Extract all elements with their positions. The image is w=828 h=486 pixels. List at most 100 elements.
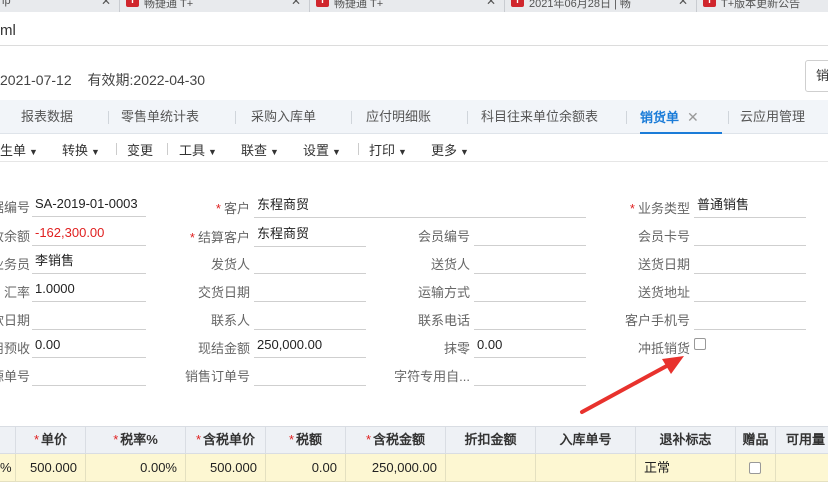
close-icon[interactable]: ✕ bbox=[101, 0, 111, 8]
tab-account-balance[interactable]: 科目往来单位余额表 bbox=[481, 100, 598, 134]
tab-divider bbox=[108, 111, 109, 124]
sales-order-number-field[interactable] bbox=[254, 362, 366, 386]
contact-label: 联系人 bbox=[210, 313, 250, 328]
change-button[interactable]: 变更 bbox=[127, 140, 153, 159]
exchange-rate-field[interactable]: 1.0000 bbox=[32, 278, 146, 302]
tools-menu[interactable]: 工具 ▼ bbox=[179, 140, 217, 159]
chevron-down-icon: ▼ bbox=[208, 147, 217, 157]
col-available-cell[interactable] bbox=[776, 454, 828, 482]
close-icon[interactable]: ✕ bbox=[486, 0, 496, 8]
customer-field[interactable]: 东程商贸 bbox=[254, 194, 586, 218]
customer-label: * 客户 bbox=[216, 198, 250, 217]
browser-tab-3[interactable]: T 畅捷通 T+ ✕ bbox=[310, 0, 505, 12]
delivery-person-field[interactable] bbox=[474, 250, 586, 274]
tab-divider bbox=[351, 111, 352, 124]
browser-tab-4[interactable]: T 2021年06月28日 | 畅 ✕ bbox=[505, 0, 697, 12]
toolbar-divider bbox=[167, 143, 168, 155]
tab-divider bbox=[626, 111, 627, 124]
source-number-label: 源单号 bbox=[0, 369, 30, 384]
address-bar[interactable]: ml bbox=[0, 12, 828, 46]
member-id-field[interactable] bbox=[474, 222, 586, 246]
chevron-down-icon: ▼ bbox=[398, 147, 407, 157]
source-number-field[interactable] bbox=[32, 362, 146, 386]
col-gift-header[interactable]: 赠品 bbox=[736, 426, 776, 454]
col-return-flag-header[interactable]: 退补标志 bbox=[636, 426, 736, 454]
menu-label: 工具 bbox=[179, 143, 206, 158]
print-menu[interactable]: 打印 ▼ bbox=[369, 140, 407, 159]
col-available-header[interactable]: 可用量 bbox=[776, 426, 828, 454]
close-icon[interactable]: ✕ bbox=[291, 0, 301, 8]
col-inbound-no-cell[interactable] bbox=[536, 454, 636, 482]
link-query-menu[interactable]: 联查 ▼ bbox=[241, 140, 279, 159]
use-prepaid-field[interactable]: 0.00 bbox=[32, 334, 146, 358]
gift-checkbox[interactable] bbox=[749, 462, 761, 474]
col-tax-incl-price-cell[interactable]: 500.000 bbox=[186, 454, 266, 482]
browser-tab-1[interactable]: ip ✕ bbox=[0, 0, 120, 12]
customer-mobile-field[interactable] bbox=[694, 306, 806, 330]
more-menu[interactable]: 更多 ▼ bbox=[431, 140, 469, 159]
tab-sales-order[interactable]: 销货单 ✕ bbox=[640, 100, 722, 134]
shipper-field[interactable] bbox=[254, 250, 366, 274]
col-tax-rate-header[interactable]: * 税率% bbox=[86, 426, 186, 454]
settle-customer-field[interactable]: 东程商贸 bbox=[254, 223, 366, 247]
col-unit-price-header[interactable]: * 单价 bbox=[16, 426, 86, 454]
col-unit-price-cell[interactable]: 500.000 bbox=[16, 454, 86, 482]
top-right-button[interactable]: 销 bbox=[805, 60, 828, 92]
tab-payable-detail[interactable]: 应付明细账 bbox=[366, 100, 431, 134]
col-discount-cell[interactable] bbox=[446, 454, 536, 482]
col-tax-incl-amount-header[interactable]: * 含税金额 bbox=[346, 426, 446, 454]
shipper-label: 发货人 bbox=[210, 257, 250, 272]
browser-tab-5[interactable]: T T+版本更新公告 bbox=[697, 0, 828, 12]
col-tax-cell[interactable]: 0.00 bbox=[266, 454, 346, 482]
delivery-person-label: 送货人 bbox=[430, 257, 470, 272]
delivery-date-field[interactable] bbox=[254, 278, 366, 302]
contact-field[interactable] bbox=[254, 306, 366, 330]
tab-cloud-apps[interactable]: 云应用管理 bbox=[740, 100, 805, 134]
ship-date-field[interactable] bbox=[694, 250, 806, 274]
col-tax-header[interactable]: * 税额 bbox=[266, 426, 346, 454]
toolbar: 生单 ▼ 转换 ▼ 变更 工具 ▼ 联查 ▼ 设置 ▼ 打印 ▼ 更多 ▼ bbox=[0, 134, 828, 162]
offset-sales-checkbox[interactable] bbox=[694, 338, 706, 350]
col-tax-rate-cell[interactable]: 0.00% bbox=[86, 454, 186, 482]
doc-number-field[interactable]: SA-2019-01-0003 bbox=[32, 193, 146, 217]
app-favicon-icon: T bbox=[511, 0, 524, 7]
phone-field[interactable] bbox=[474, 306, 586, 330]
ship-address-field[interactable] bbox=[694, 278, 806, 302]
transport-field[interactable] bbox=[474, 278, 586, 302]
col-return-flag-cell[interactable]: 正常 bbox=[636, 454, 736, 482]
col-tax-incl-amount-cell[interactable]: 250,000.00 bbox=[346, 454, 446, 482]
salesperson-label: 业务员 bbox=[0, 257, 30, 272]
business-type-label: * 业务类型 bbox=[630, 198, 690, 217]
col-tax-incl-price-header[interactable]: * 含税单价 bbox=[186, 426, 266, 454]
col-prefix-cell[interactable]: % bbox=[0, 454, 16, 482]
settings-menu[interactable]: 设置 ▼ bbox=[303, 140, 341, 159]
header-label: 赠品 bbox=[742, 432, 769, 447]
browser-tab-2[interactable]: T 畅捷通 T+ ✕ bbox=[120, 0, 310, 12]
business-type-field[interactable]: 普通销售 bbox=[694, 194, 806, 218]
browser-tab-label: 2021年06月28日 | 畅 bbox=[529, 0, 631, 10]
col-discount-header[interactable]: 折扣金额 bbox=[446, 426, 536, 454]
convert-menu[interactable]: 转换 ▼ bbox=[62, 140, 100, 159]
receivable-balance-label: 收余额 bbox=[0, 229, 30, 244]
cash-amount-field[interactable]: 250,000.00 bbox=[254, 334, 366, 358]
menu-label: 联查 bbox=[241, 143, 268, 158]
member-card-field[interactable] bbox=[694, 222, 806, 246]
customer-label-text: 客户 bbox=[223, 201, 250, 216]
tab-sales-order-label: 销货单 bbox=[640, 110, 680, 125]
col-inbound-no-header[interactable]: 入库单号 bbox=[536, 426, 636, 454]
close-icon[interactable]: ✕ bbox=[687, 109, 699, 125]
required-mark: * bbox=[195, 432, 202, 447]
tab-report-data[interactable]: 报表数据 bbox=[21, 100, 73, 134]
header-label: 含税单价 bbox=[203, 432, 256, 447]
close-icon[interactable]: ✕ bbox=[678, 0, 688, 8]
tab-retail-stats[interactable]: 零售单统计表 bbox=[121, 100, 199, 134]
tab-purchase-inbound[interactable]: 采购入库单 bbox=[251, 100, 316, 134]
col-gift-cell[interactable] bbox=[736, 454, 776, 482]
customer-mobile-label: 客户手机号 bbox=[624, 313, 690, 328]
member-card-label: 会员卡号 bbox=[637, 229, 690, 244]
header-label: 退补标志 bbox=[659, 432, 712, 447]
col-prefix-header[interactable] bbox=[0, 426, 16, 454]
payment-date-field[interactable] bbox=[32, 306, 146, 330]
salesperson-field[interactable]: 李销售 bbox=[32, 250, 146, 274]
generate-order-menu[interactable]: 生单 ▼ bbox=[0, 140, 38, 159]
